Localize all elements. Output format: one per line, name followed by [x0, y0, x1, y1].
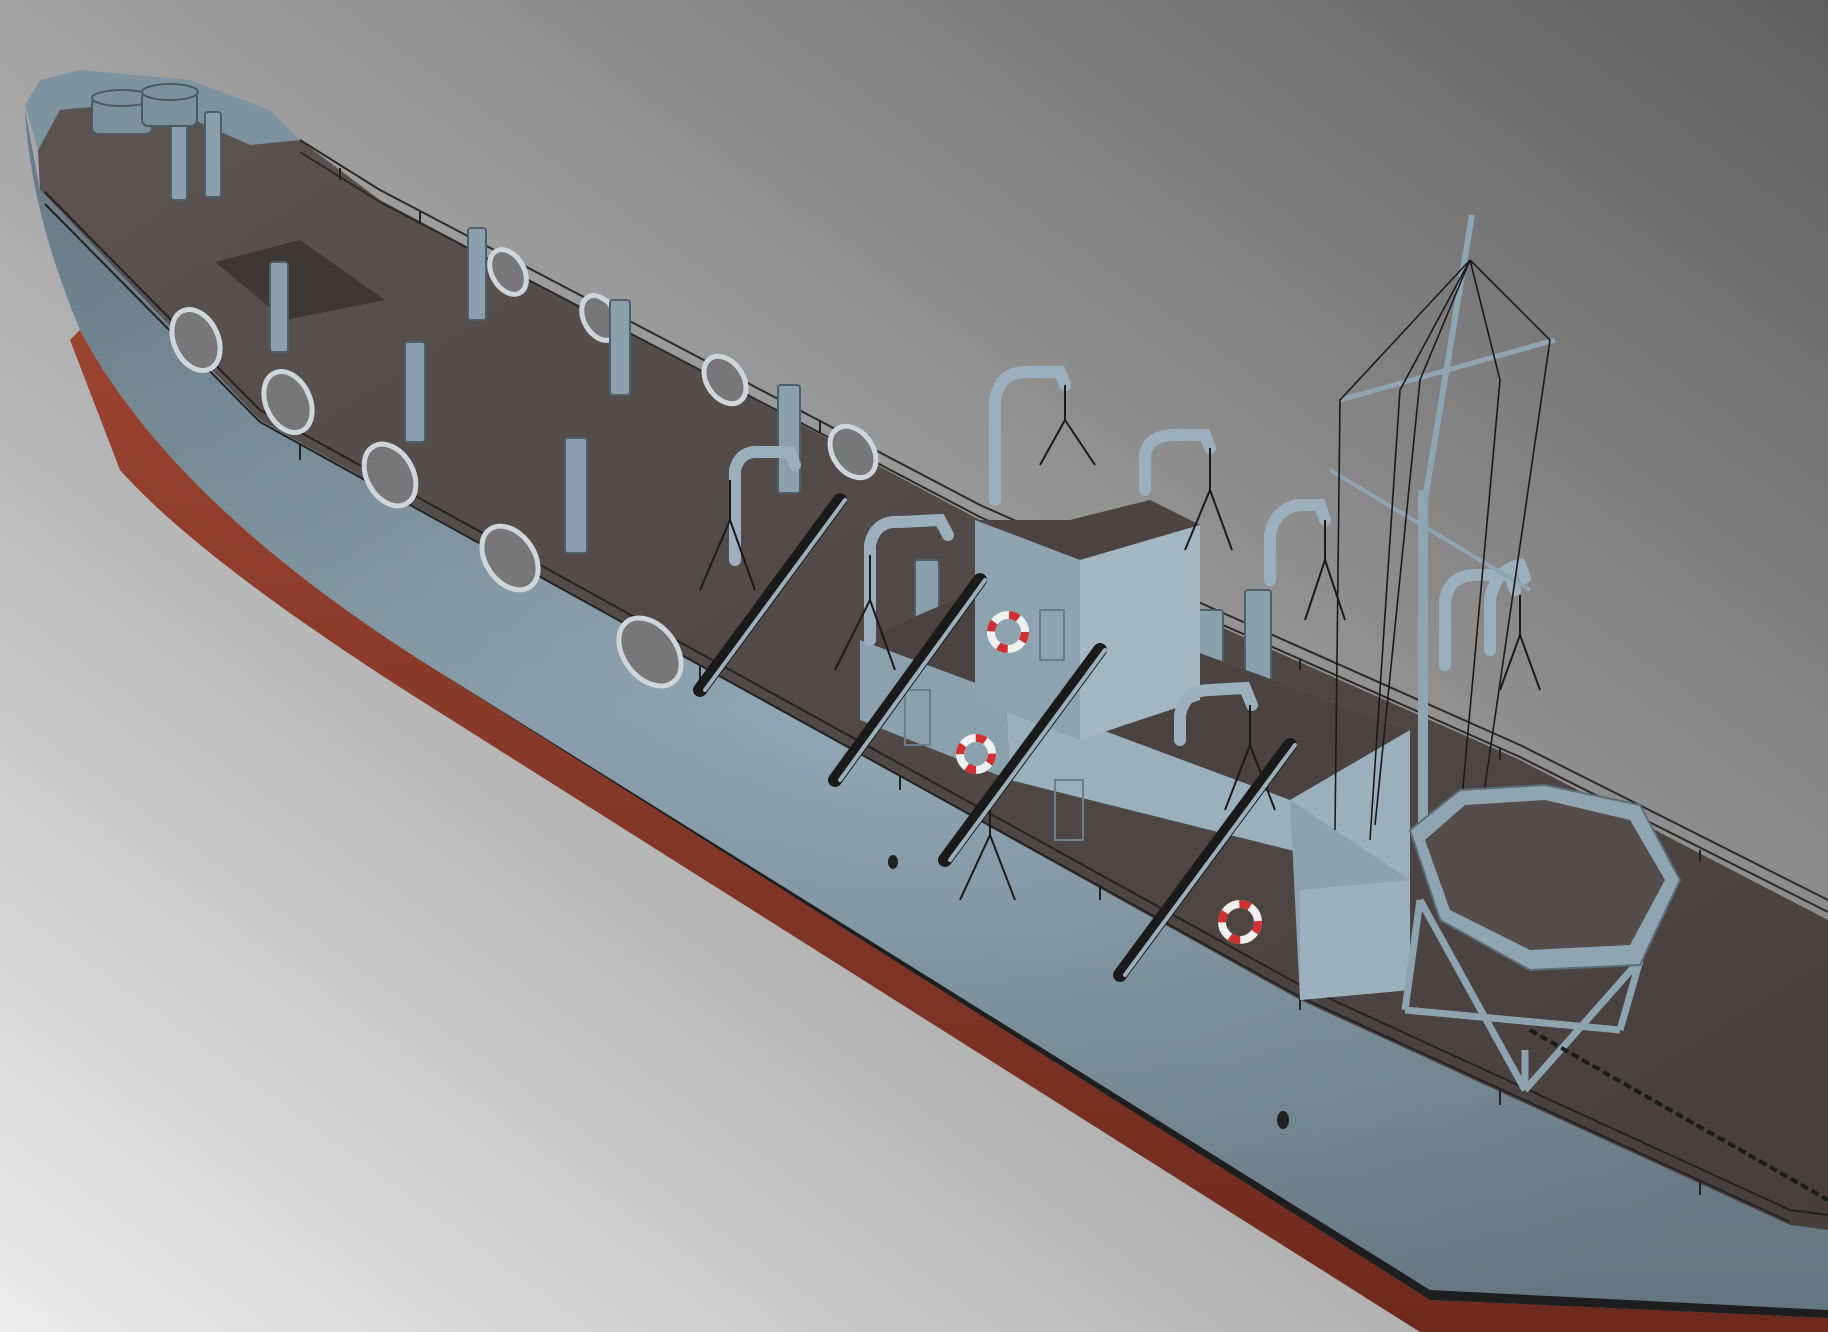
ship-render [0, 0, 1828, 1332]
ship-render-scene [0, 0, 1828, 1332]
bow-tanks [91, 83, 199, 135]
